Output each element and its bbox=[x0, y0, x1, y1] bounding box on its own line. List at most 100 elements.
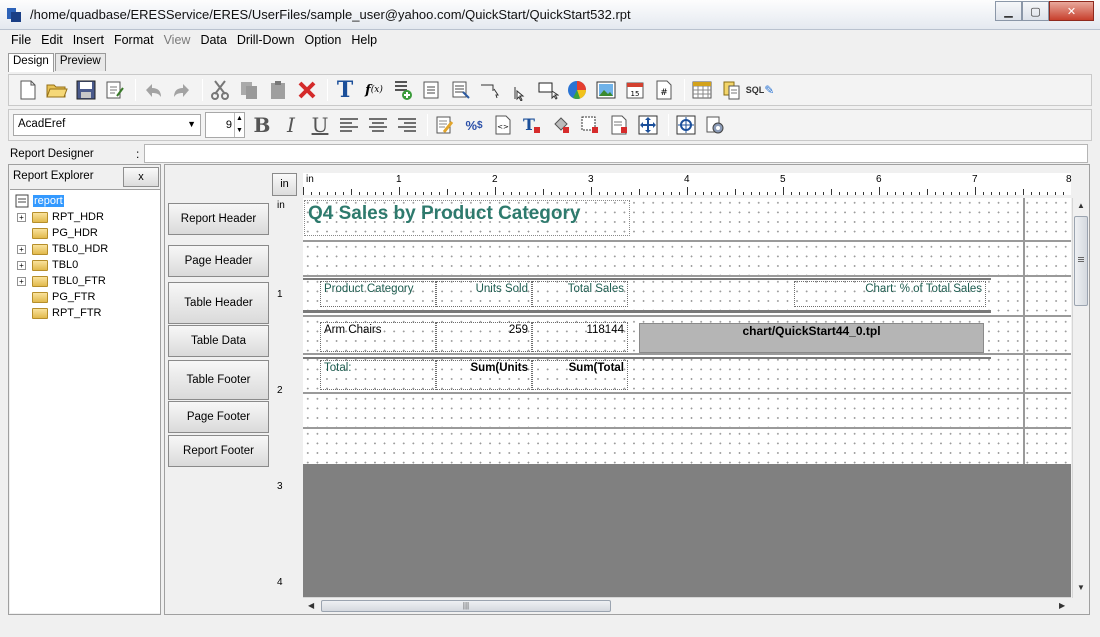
report-footer-band[interactable] bbox=[303, 429, 1071, 464]
fill-color-icon[interactable] bbox=[548, 112, 574, 138]
horizontal-scrollbar[interactable]: ◀ ||| ▶ bbox=[303, 597, 1071, 614]
horizontal-scroll-thumb[interactable]: ||| bbox=[321, 600, 611, 612]
text-color-icon[interactable]: T bbox=[519, 112, 545, 138]
insert-image-icon[interactable] bbox=[593, 77, 619, 103]
underline-icon[interactable]: U bbox=[307, 112, 333, 138]
tree-node-pg-hdr[interactable]: PG_HDR bbox=[17, 227, 98, 239]
scroll-left-icon[interactable]: ◀ bbox=[308, 601, 314, 610]
band-button-report-footer[interactable]: Report Footer bbox=[168, 435, 269, 467]
maximize-button[interactable]: ▢ bbox=[1022, 1, 1049, 21]
italic-icon[interactable]: I bbox=[278, 112, 304, 138]
menu-file[interactable]: File bbox=[6, 31, 36, 50]
expand-icon[interactable]: + bbox=[17, 260, 26, 270]
insert-line-icon[interactable] bbox=[477, 77, 503, 103]
table-footer-sum-sales[interactable]: Sum(Total bbox=[532, 360, 628, 390]
table-data-product-category[interactable]: Arm Chairs bbox=[320, 322, 436, 352]
align-left-icon[interactable] bbox=[336, 112, 362, 138]
align-right-icon[interactable] bbox=[394, 112, 420, 138]
insert-rectangle-icon[interactable] bbox=[535, 77, 561, 103]
scroll-right-icon[interactable]: ▶ bbox=[1059, 601, 1065, 610]
band-button-table-footer[interactable]: Table Footer bbox=[168, 360, 269, 400]
table-header-total-sales[interactable]: Total Sales bbox=[532, 281, 628, 307]
table-header-product-category[interactable]: Product Category bbox=[320, 281, 436, 307]
table-footer-total-label[interactable]: Total: bbox=[320, 360, 436, 390]
number-format-icon[interactable]: % $ bbox=[461, 112, 487, 138]
tree-node-rpt-hdr[interactable]: + RPT_HDR bbox=[17, 211, 104, 223]
table-header-chart[interactable]: Chart: % of Total Sales bbox=[794, 281, 986, 307]
menu-help[interactable]: Help bbox=[346, 31, 382, 50]
report-settings-icon[interactable] bbox=[702, 112, 728, 138]
expand-icon[interactable]: + bbox=[17, 244, 26, 254]
vertical-scroll-thumb[interactable] bbox=[1074, 216, 1088, 306]
open-folder-icon[interactable] bbox=[44, 77, 70, 103]
menu-data[interactable]: Data bbox=[195, 31, 231, 50]
tree-node-tbl0-hdr[interactable]: + TBL0_HDR bbox=[17, 243, 108, 255]
insert-date-icon[interactable]: 15 bbox=[622, 77, 648, 103]
insert-chart-icon[interactable] bbox=[564, 77, 590, 103]
insert-page-number-icon[interactable]: # bbox=[651, 77, 677, 103]
report-explorer-close-button[interactable]: x bbox=[123, 167, 159, 187]
table-data-units-sold[interactable]: 259 bbox=[436, 322, 532, 352]
minimize-button[interactable]: ▁ bbox=[995, 1, 1022, 21]
page-footer-band[interactable] bbox=[303, 394, 1071, 427]
tree-node-pg-ftr[interactable]: PG_FTR bbox=[17, 291, 95, 303]
table-data-total-sales[interactable]: 118144 bbox=[532, 322, 628, 352]
insert-text-icon[interactable]: T bbox=[332, 77, 358, 103]
tree-node-tbl0[interactable]: + TBL0 bbox=[17, 259, 78, 271]
cut-icon[interactable] bbox=[207, 77, 233, 103]
insert-formula-icon[interactable]: f (x) bbox=[361, 77, 387, 103]
data-source-icon[interactable] bbox=[718, 77, 744, 103]
edit-document-icon[interactable] bbox=[102, 77, 128, 103]
border-color-icon[interactable] bbox=[577, 112, 603, 138]
move-element-icon[interactable] bbox=[673, 112, 699, 138]
expand-icon[interactable]: + bbox=[17, 276, 26, 286]
insert-column-icon[interactable] bbox=[390, 77, 416, 103]
table-header-units-sold[interactable]: Units Sold bbox=[436, 281, 532, 307]
band-button-report-header[interactable]: Report Header bbox=[168, 203, 269, 235]
select-pointer-icon[interactable] bbox=[506, 77, 532, 103]
report-canvas[interactable]: Q4 Sales by Product Category Product Cat… bbox=[303, 198, 1071, 598]
band-button-table-header[interactable]: Table Header bbox=[168, 282, 269, 324]
band-button-table-data[interactable]: Table Data bbox=[168, 325, 269, 357]
close-button[interactable]: ✕ bbox=[1049, 1, 1094, 21]
undo-icon[interactable] bbox=[140, 77, 166, 103]
bold-icon[interactable]: B bbox=[249, 112, 275, 138]
resize-element-icon[interactable] bbox=[635, 112, 661, 138]
tree-node-tbl0-ftr[interactable]: + TBL0_FTR bbox=[17, 275, 106, 287]
menu-view[interactable]: View bbox=[159, 31, 196, 50]
tab-preview[interactable]: Preview bbox=[54, 53, 106, 71]
redo-icon[interactable] bbox=[169, 77, 195, 103]
spinner-arrows-icon[interactable]: ▲ ▼ bbox=[234, 113, 244, 137]
expand-icon[interactable]: + bbox=[17, 212, 26, 222]
tab-design[interactable]: Design bbox=[8, 53, 54, 72]
save-icon[interactable] bbox=[73, 77, 99, 103]
page-header-band[interactable] bbox=[303, 242, 1071, 276]
vertical-scrollbar[interactable]: ▲ ▼ bbox=[1072, 198, 1089, 598]
tree-node-rpt-ftr[interactable]: RPT_FTR bbox=[17, 307, 102, 319]
menu-drill-down[interactable]: Drill-Down bbox=[232, 31, 300, 50]
grid-settings-icon[interactable] bbox=[689, 77, 715, 103]
report-designer-field[interactable] bbox=[144, 144, 1088, 163]
band-button-page-footer[interactable]: Page Footer bbox=[168, 401, 269, 433]
menu-insert[interactable]: Insert bbox=[68, 31, 109, 50]
insert-table-icon[interactable] bbox=[448, 77, 474, 103]
band-button-page-header[interactable]: Page Header bbox=[168, 245, 269, 277]
new-file-icon[interactable] bbox=[15, 77, 41, 103]
scroll-down-icon[interactable]: ▼ bbox=[1077, 583, 1085, 592]
delete-icon[interactable] bbox=[294, 77, 320, 103]
chart-placeholder[interactable]: chart/QuickStart44_0.tpl bbox=[639, 323, 984, 353]
menu-edit[interactable]: Edit bbox=[36, 31, 68, 50]
border-style-icon[interactable] bbox=[606, 112, 632, 138]
edit-properties-icon[interactable] bbox=[432, 112, 458, 138]
report-title[interactable]: Q4 Sales by Product Category bbox=[304, 200, 630, 236]
insert-subreport-icon[interactable] bbox=[419, 77, 445, 103]
align-center-icon[interactable] bbox=[365, 112, 391, 138]
menu-option[interactable]: Option bbox=[300, 31, 347, 50]
html-tag-icon[interactable]: <> bbox=[490, 112, 516, 138]
tree-root[interactable]: report bbox=[15, 194, 64, 208]
sql-query-icon[interactable]: SQL ✎ bbox=[746, 77, 775, 103]
font-select[interactable]: AcadEref ▼ bbox=[13, 114, 201, 136]
copy-icon[interactable] bbox=[236, 77, 262, 103]
table-footer-sum-units[interactable]: Sum(Units bbox=[436, 360, 532, 390]
font-size-stepper[interactable]: 9 ▲ ▼ bbox=[205, 112, 245, 138]
